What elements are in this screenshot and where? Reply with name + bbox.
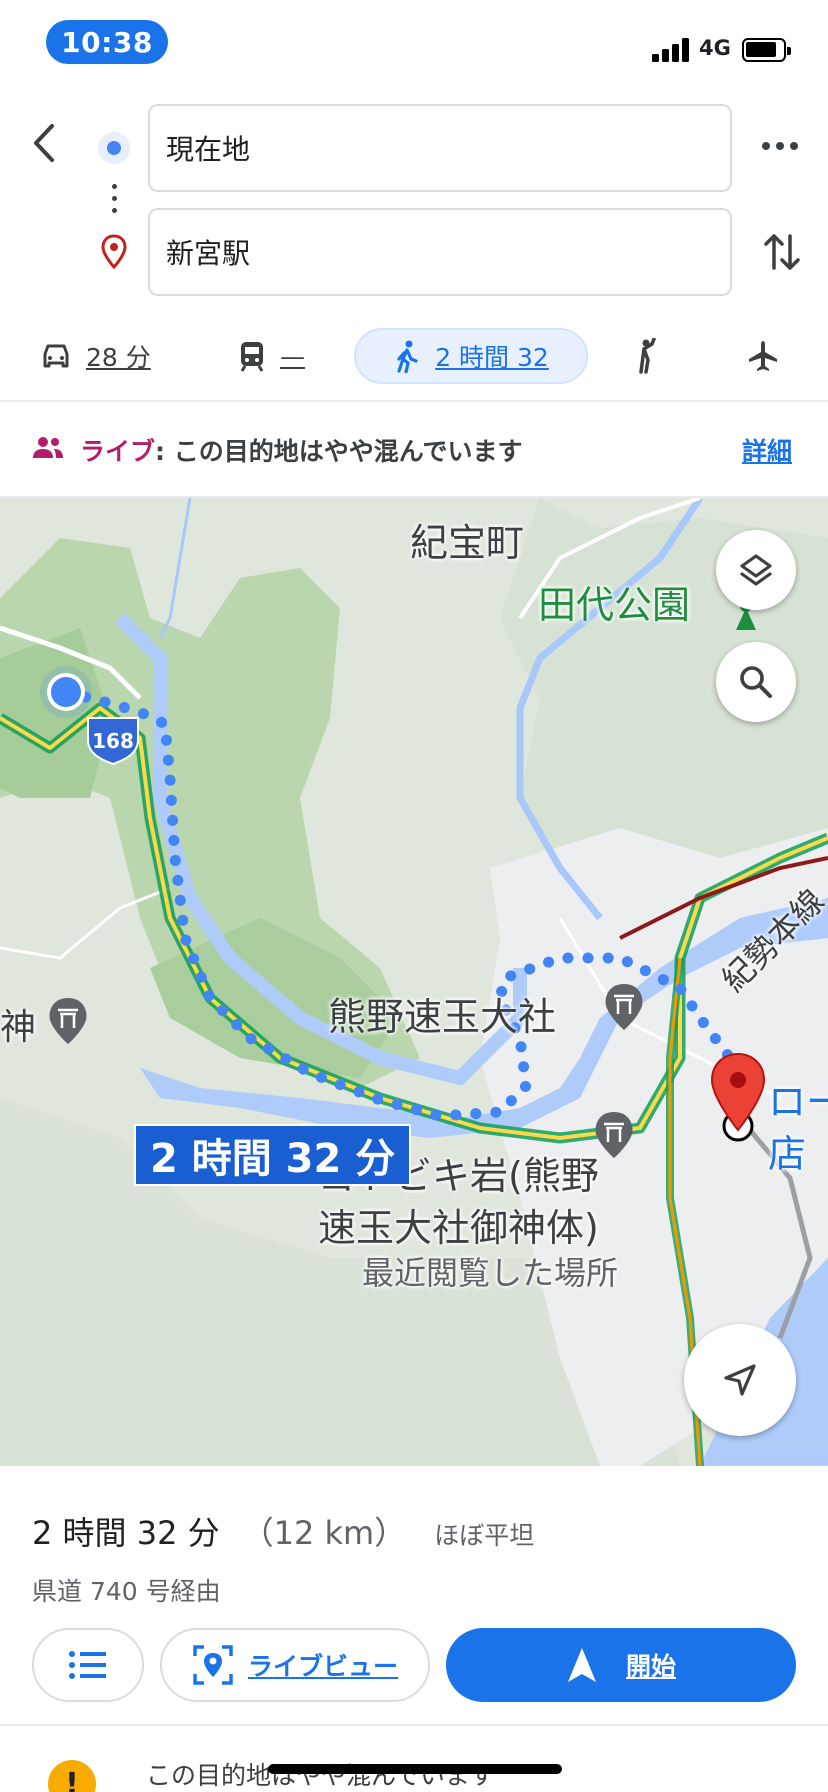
map-view[interactable]: 168 紀宝町 田代公園 熊野速玉大社 ゴトビキ岩(熊野 速玉大社御神体) 最近…	[0, 498, 828, 1466]
map-label-station: ロー 店	[768, 1076, 828, 1180]
live-busyness-banner: ライブ: この目的地はやや混んでいます 詳細	[0, 402, 828, 496]
start-label: 開始	[625, 1652, 676, 1681]
steps-button[interactable]	[32, 1628, 144, 1702]
map-label-station-line2: 店	[768, 1132, 807, 1176]
battery-icon	[742, 38, 791, 62]
network-type: 4G	[699, 36, 731, 60]
current-location-dot-icon[interactable]	[51, 677, 81, 707]
route-via: 県道 740 号経由	[32, 1577, 221, 1606]
live-view-button[interactable]: ライブビュー	[160, 1628, 430, 1702]
route-shield-label: 168	[92, 729, 134, 753]
tab-drive-label: 28 分	[86, 343, 151, 372]
destination-field[interactable]: 新宮駅	[148, 208, 732, 296]
car-icon	[43, 344, 69, 368]
live-view-icon	[193, 1645, 233, 1685]
airplane-icon	[749, 341, 777, 371]
home-indicator[interactable]	[268, 1764, 562, 1774]
back-button[interactable]	[26, 118, 66, 168]
map-canvas: 168	[0, 498, 828, 1466]
route-summary: 2 時間 32 分 （12 km） ほぼ平坦	[32, 1508, 534, 1554]
live-tag: ライブ	[80, 437, 156, 466]
swap-button[interactable]	[762, 228, 802, 276]
map-label-station-line1: ロー	[768, 1080, 828, 1124]
travel-mode-tabs: 28 分 — 2 時間 32	[0, 322, 828, 398]
warning-icon: !	[48, 1760, 96, 1792]
navigation-arrow-icon	[724, 1364, 756, 1396]
summary-terrain: ほぼ平坦	[434, 1521, 535, 1550]
search-icon	[740, 666, 772, 698]
destination-pin-icon	[100, 234, 128, 270]
list-icon	[69, 1651, 106, 1679]
tab-walk-label: 2 時間 32	[435, 343, 549, 372]
map-label-shrine[interactable]: 熊野速玉大社	[328, 986, 556, 1041]
more-options-button[interactable]	[762, 136, 798, 156]
signal-icon	[652, 38, 690, 62]
live-message: : この目的地はやや混んでいます	[155, 437, 523, 466]
route-connector-icon	[110, 184, 118, 218]
origin-field[interactable]: 現在地	[148, 104, 732, 192]
origin-dot-icon	[98, 132, 130, 164]
people-icon	[33, 437, 63, 458]
tab-transit-label: —	[280, 341, 305, 371]
recenter-button[interactable]	[684, 1324, 796, 1436]
layers-icon	[740, 554, 772, 586]
tab-rideshare[interactable]	[632, 328, 662, 384]
sheet-divider	[0, 1724, 828, 1726]
tab-drive[interactable]: 28 分	[40, 328, 151, 384]
back-arrow-icon	[34, 124, 54, 162]
route-duration-callout[interactable]: 2 時間 32 分	[134, 1124, 412, 1186]
notice-text: この目的地はやや混んでいます	[146, 1761, 495, 1790]
status-time: 10:38	[46, 20, 168, 64]
tab-walk[interactable]: 2 時間 32	[354, 328, 588, 384]
layers-button[interactable]	[716, 530, 796, 610]
summary-distance: （12 km）	[241, 1514, 407, 1552]
map-label-gotobiki-line2: 速玉大社御神体)	[318, 1206, 599, 1250]
live-details-link[interactable]: 詳細	[742, 432, 792, 468]
status-bar: 10:38 4G	[0, 0, 828, 84]
summary-duration: 2 時間 32 分	[32, 1514, 220, 1552]
map-label-left-shrine: 神	[0, 1007, 37, 1048]
route-summary-sheet: 2 時間 32 分 （12 km） ほぼ平坦 県道 740 号経由 ライブビュー 開…	[0, 1466, 828, 1792]
tab-transit[interactable]: —	[238, 328, 305, 384]
navigation-start-icon	[567, 1648, 596, 1682]
map-label-park[interactable]: 田代公園	[538, 574, 690, 629]
live-banner-text: ライブ: この目的地はやや混んでいます	[80, 432, 522, 468]
map-label-recent: 最近閲覧した場所	[362, 1254, 619, 1292]
tab-flights[interactable]	[746, 328, 780, 384]
walk-icon	[397, 340, 418, 373]
search-along-route-button[interactable]	[716, 642, 796, 722]
start-navigation-button[interactable]: 開始	[446, 1628, 796, 1702]
map-label-town: 紀宝町	[410, 521, 525, 565]
swap-icon	[764, 234, 800, 270]
live-view-label: ライブビュー	[247, 1652, 398, 1681]
hail-ride-icon	[639, 338, 656, 374]
train-icon	[240, 342, 264, 372]
